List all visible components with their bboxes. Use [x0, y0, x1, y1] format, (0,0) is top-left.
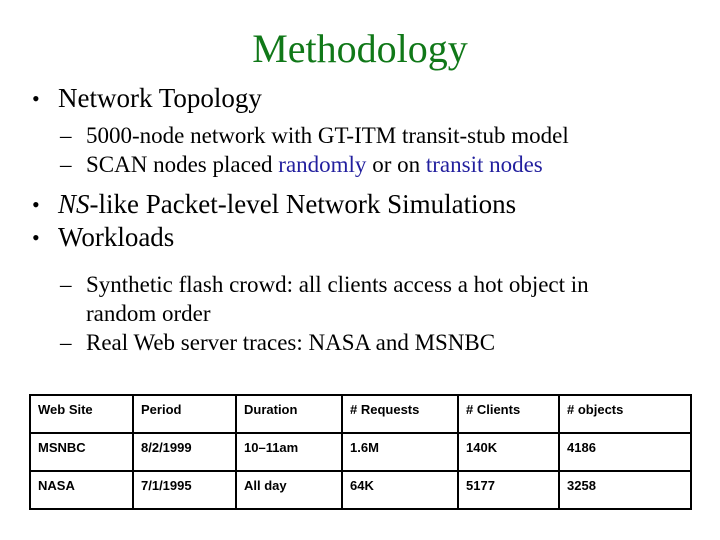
cell-clients: 5177 — [457, 470, 560, 510]
column-header-clients: # Clients — [457, 394, 560, 434]
table-row: NASA 7/1/1995 All day 64K 5177 3258 — [29, 470, 692, 510]
column-header-period: Period — [132, 394, 237, 434]
dash-marker-icon: – — [60, 123, 72, 148]
subbullet-text: Synthetic flash crowd: all clients acces… — [86, 272, 589, 297]
cell-duration: 10–11am — [235, 432, 343, 472]
cell-period: 8/2/1999 — [132, 432, 237, 472]
cell-clients: 140K — [457, 432, 560, 472]
table-row: MSNBC 8/2/1999 10–11am 1.6M 140K 4186 — [29, 432, 692, 472]
subbullet-synthetic-flash-crowd: – Synthetic flash crowd: all clients acc… — [0, 270, 720, 299]
bullet-ns-like-simulations: • NS-like Packet-level Network Simulatio… — [0, 188, 720, 221]
cell-objects: 3258 — [558, 470, 692, 510]
subbullet-scan-node-placement: – SCAN nodes placed randomly or on trans… — [0, 150, 720, 179]
dash-marker-icon: – — [60, 152, 72, 177]
subbullet-gtitm-model: – 5000-node network with GT-ITM transit-… — [0, 121, 720, 150]
table-header-row: Web Site Period Duration # Requests # Cl… — [29, 394, 692, 434]
workload-traces-table: Web Site Period Duration # Requests # Cl… — [29, 394, 692, 510]
column-header-duration: Duration — [235, 394, 343, 434]
bullet-text: Network Topology — [58, 83, 262, 113]
bullet-text-italic: NS — [58, 189, 90, 219]
subbullet-text: 5000-node network with GT-ITM transit-st… — [86, 123, 569, 148]
cell-web-site: NASA — [29, 470, 134, 510]
dash-marker-icon: – — [60, 330, 72, 355]
bullet-marker-icon: • — [32, 86, 40, 111]
bullet-workloads: • Workloads — [0, 221, 720, 254]
column-header-requests: # Requests — [341, 394, 459, 434]
bullet-marker-icon: • — [32, 192, 40, 217]
slide-canvas: Methodology • Network Topology – 5000-no… — [0, 0, 720, 540]
cell-objects: 4186 — [558, 432, 692, 472]
cell-duration: All day — [235, 470, 343, 510]
bullet-marker-icon: • — [32, 225, 40, 250]
cell-period: 7/1/1995 — [132, 470, 237, 510]
page-title: Methodology — [252, 26, 468, 71]
bullet-text: -like Packet-level Network Simulations — [89, 189, 517, 219]
column-header-objects: # objects — [558, 394, 692, 434]
bullet-text: Workloads — [58, 222, 175, 252]
cell-requests: 64K — [341, 470, 459, 510]
subbullet-text-highlight-randomly: randomly — [278, 152, 367, 177]
cell-web-site: MSNBC — [29, 432, 134, 472]
column-header-web-site: Web Site — [29, 394, 134, 434]
subbullet-text: Real Web server traces: NASA and MSNBC — [86, 330, 496, 355]
bullet-list: • Network Topology – 5000-node network w… — [0, 82, 720, 357]
subbullet-continuation-text: random order — [86, 301, 211, 326]
cell-requests: 1.6M — [341, 432, 459, 472]
subbullet-text-part: SCAN nodes placed — [86, 152, 279, 177]
subbullet-text-part: or on — [366, 152, 426, 177]
subbullet-text-highlight-transit-nodes: transit nodes — [425, 152, 543, 177]
dash-marker-icon: – — [60, 272, 72, 297]
bullet-network-topology: • Network Topology — [0, 82, 720, 115]
subbullet-real-web-traces: – Real Web server traces: NASA and MSNBC — [0, 328, 720, 357]
